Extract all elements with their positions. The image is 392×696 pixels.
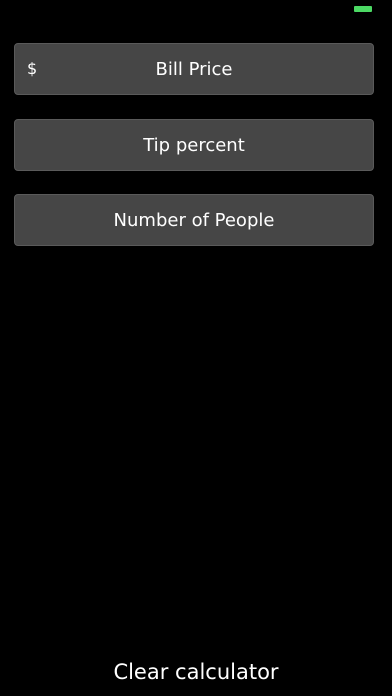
bill-price-field[interactable]: $ xyxy=(14,43,374,95)
status-bar xyxy=(0,0,392,20)
number-of-people-field[interactable] xyxy=(14,194,374,246)
battery-icon xyxy=(354,6,372,12)
currency-symbol: $ xyxy=(27,59,38,78)
number-of-people-input[interactable] xyxy=(15,195,373,245)
clear-calculator-button[interactable]: Clear calculator xyxy=(0,652,392,692)
bill-price-input[interactable] xyxy=(15,44,373,94)
tip-percent-input[interactable] xyxy=(15,120,373,170)
tip-percent-field[interactable] xyxy=(14,119,374,171)
